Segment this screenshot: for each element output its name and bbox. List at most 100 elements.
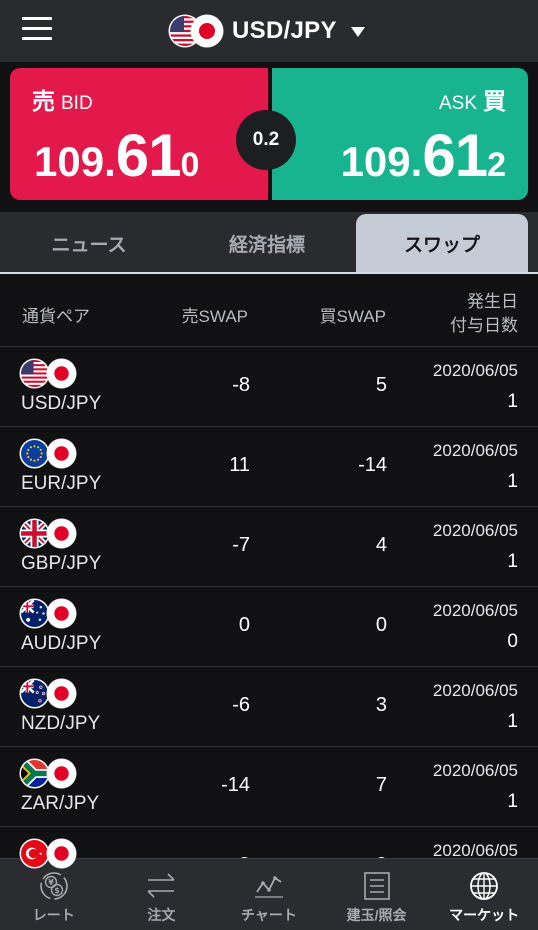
- hamburger-icon[interactable]: [22, 17, 52, 41]
- japan-flag-icon: [48, 440, 75, 467]
- japan-flag-icon: [48, 600, 75, 627]
- new-zealand-flag-icon: [21, 680, 48, 707]
- ask-price-tail: 2: [487, 146, 506, 184]
- table-row[interactable]: NZD/JPY -6 3 2020/06/05 1: [0, 667, 538, 747]
- col-header-buy-swap: 買SWAP: [319, 307, 386, 326]
- pair-flags: [21, 519, 77, 549]
- pair-name: NZD/JPY: [21, 713, 101, 734]
- buy-swap-value: 4: [375, 534, 387, 556]
- tab-economic-indicators[interactable]: 経済指標: [178, 214, 356, 272]
- svg-text:$: $: [54, 886, 60, 895]
- swap-table-body: USD/JPY -8 5 2020/06/05 1 EUR/JPY 11 -14…: [0, 347, 538, 907]
- swap-date: 2020/06/05: [432, 441, 518, 460]
- japan-flag-icon: [48, 840, 75, 867]
- sell-swap-value: -7: [232, 534, 250, 556]
- ask-kanji: 買: [483, 88, 506, 114]
- buy-swap-value: 3: [375, 694, 387, 716]
- bid-text: BID: [61, 93, 93, 114]
- market-tabs: ニュース 経済指標 スワップ: [0, 212, 538, 274]
- position-list-icon: [363, 872, 390, 900]
- col-header-date: 発生日 付与日数: [450, 290, 518, 338]
- sell-swap-value: -8: [232, 374, 250, 396]
- quote-panels: 売 BID 109.610 ASK 買 109.612 0.2: [10, 68, 528, 200]
- bid-panel[interactable]: 売 BID 109.610: [10, 68, 268, 200]
- chart-line-icon: [254, 876, 283, 898]
- swap-days: 1: [507, 391, 518, 412]
- pair-name: GBP/JPY: [21, 553, 102, 574]
- table-row[interactable]: USD/JPY -8 5 2020/06/05 1: [0, 347, 538, 427]
- sell-swap-value: 0: [238, 614, 250, 636]
- turkey-flag-icon: [21, 840, 48, 867]
- buy-swap-value: 0: [375, 614, 387, 636]
- page-title: USD/JPY: [232, 17, 337, 44]
- swap-days: 1: [507, 711, 518, 732]
- eu-flag-icon: [21, 440, 48, 467]
- nav-position-label: 建玉/照会: [346, 907, 407, 923]
- japan-flag-icon: [48, 760, 75, 787]
- nav-chart[interactable]: チャート: [215, 859, 323, 930]
- swap-date: 2020/06/05: [432, 521, 518, 540]
- sell-swap-value: -6: [232, 694, 250, 716]
- pair-flags: [21, 679, 77, 709]
- swap-date: 2020/06/05: [432, 601, 518, 620]
- swap-date: 2020/06/05: [432, 361, 518, 380]
- nav-market[interactable]: マーケット: [430, 859, 538, 930]
- tab-news[interactable]: ニュース: [0, 214, 178, 272]
- buy-swap-value: 7: [375, 774, 387, 796]
- table-row[interactable]: ZAR/JPY -14 7 2020/06/05 1: [0, 747, 538, 827]
- buy-swap-value: 5: [375, 374, 387, 396]
- pair-name: AUD/JPY: [21, 633, 102, 654]
- caret-down-icon[interactable]: [350, 27, 365, 37]
- japan-flag-icon: [48, 680, 75, 707]
- pair-name: USD/JPY: [21, 393, 102, 414]
- swap-date: 2020/06/05: [432, 761, 518, 780]
- japan-flag-icon: [192, 16, 222, 46]
- col-header-date-line2: 付与日数: [450, 316, 518, 335]
- table-row[interactable]: GBP/JPY -7 4 2020/06/05 1: [0, 507, 538, 587]
- buy-swap-value: -14: [358, 454, 387, 476]
- spread-badge: 0.2: [236, 110, 296, 170]
- australia-flag-icon: [21, 600, 48, 627]
- sell-swap-value: 11: [229, 454, 250, 476]
- nav-position[interactable]: 建玉/照会: [323, 859, 431, 930]
- nav-rate-label: レート: [32, 907, 75, 923]
- nav-rate[interactable]: ¥ $ レート: [0, 859, 108, 930]
- nav-chart-label: チャート: [241, 907, 297, 923]
- tab-swap[interactable]: スワップ: [356, 214, 528, 272]
- swap-days: 0: [507, 631, 518, 652]
- bid-price-tail: 0: [180, 146, 200, 184]
- pair-flags: [21, 599, 77, 629]
- currency-pair-selector[interactable]: USD/JPY: [170, 13, 365, 49]
- table-row[interactable]: EUR/JPY 11 -14 2020/06/05 1: [0, 427, 538, 507]
- bid-kanji: 売: [32, 88, 55, 114]
- uk-flag-icon: [21, 520, 48, 547]
- ask-panel[interactable]: ASK 買 109.612: [272, 68, 528, 200]
- sell-swap-value: -14: [221, 774, 250, 796]
- col-header-pair: 通貨ペア: [22, 307, 90, 326]
- bid-price: 109.610: [34, 121, 199, 190]
- us-flag-icon: [21, 360, 48, 387]
- nav-order[interactable]: 注文: [108, 859, 216, 930]
- swap-table-header: 通貨ペア 売SWAP 買SWAP 発生日 付与日数: [0, 274, 538, 347]
- col-header-sell-swap: 売SWAP: [181, 307, 248, 326]
- ask-label: ASK 買: [439, 82, 506, 116]
- usd-jpy-flags: [170, 15, 226, 47]
- app-header: USD/JPY: [0, 0, 538, 62]
- pair-name: ZAR/JPY: [21, 793, 100, 814]
- ask-price: 109.612: [341, 121, 506, 190]
- pair-name: EUR/JPY: [21, 473, 102, 494]
- pair-flags: [21, 759, 77, 789]
- swap-date: 2020/06/05: [432, 681, 518, 700]
- bid-label: 売 BID: [32, 82, 93, 116]
- ask-text: ASK: [438, 93, 477, 114]
- nav-order-label: 注文: [147, 907, 176, 923]
- swap-days: 1: [507, 791, 518, 812]
- bid-price-head: 109.: [34, 138, 116, 185]
- ask-price-head: 109.: [340, 138, 423, 185]
- japan-flag-icon: [48, 520, 75, 547]
- table-row[interactable]: AUD/JPY 0 0 2020/06/05 0: [0, 587, 538, 667]
- bottom-nav: ¥ $ レート 注文 チャート 建玉/照会 マーケット: [0, 858, 538, 930]
- pair-flags: [21, 359, 77, 389]
- japan-flag-icon: [48, 360, 75, 387]
- col-header-date-line1: 発生日: [467, 292, 518, 311]
